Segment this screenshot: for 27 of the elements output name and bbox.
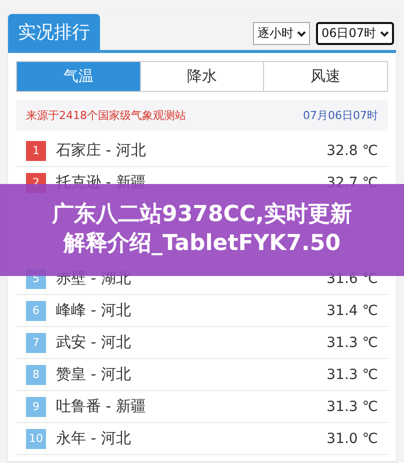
rank-badge: 6 [26,300,46,320]
temperature: 31.3 ℃ [326,398,378,414]
update-time: 07月06日07时 [303,108,378,123]
rank-badge: 9 [26,396,46,416]
temperature: 31.3 ℃ [326,366,378,382]
station-name: 峰峰 - 河北 [56,301,132,320]
source-note: 来源于2418个国家级气象观测站 [26,108,186,123]
panel-title: 实况排行 [8,14,100,50]
temperature: 32.8 ℃ [326,142,378,158]
temperature: 31.3 ℃ [326,334,378,350]
station-name: 吐鲁番 - 新疆 [56,397,147,416]
dropdown[interactable]: 逐小时 [253,22,310,45]
banner-text: 广东八二站9378CC,实时更新 [52,201,352,230]
rank-badge: 10 [26,428,46,448]
station-name: 永年 - 河北 [56,429,132,448]
temperature: 31.0 ℃ [326,430,378,446]
rank-badge: 8 [26,364,46,384]
station-name: 武安 - 河北 [56,333,132,352]
dropdown[interactable]: 06日07时 [316,22,394,45]
rank-badge: 1 [26,140,46,160]
temperature: 31.4 ℃ [326,302,378,318]
caret-icon [297,30,306,36]
banner-text: 解释介绍_TabletFYK7.50 [63,230,341,258]
station-name: 赞皇 - 河北 [56,365,132,384]
caret-icon [380,30,389,36]
station-name: 石家庄 - 河北 [56,141,147,160]
rank-badge: 7 [26,332,46,352]
